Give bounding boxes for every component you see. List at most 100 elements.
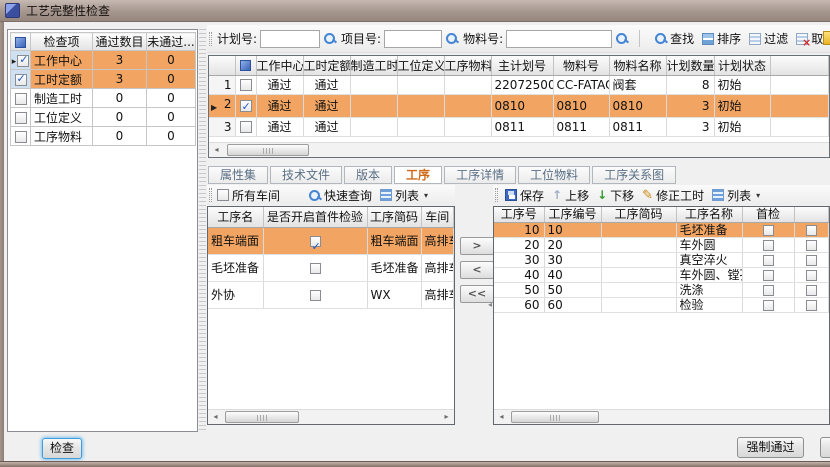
plan-row[interactable]: ▶2通过通过0810081008103初始 — [209, 94, 829, 117]
extra-checkbox[interactable] — [806, 255, 817, 266]
plan-row[interactable]: 3通过通过0811081108113初始 — [209, 117, 829, 136]
force-pass-button[interactable]: 强制通过 — [737, 437, 804, 458]
scroll-right-icon[interactable]: ▸ — [439, 410, 454, 424]
select-all-icon[interactable] — [240, 60, 251, 71]
search-icon[interactable] — [445, 32, 458, 45]
available-col-header[interactable]: 是否开启首件检验 — [263, 207, 367, 227]
toolbar-grip[interactable] — [209, 32, 212, 46]
filter-button[interactable]: 过滤 — [749, 30, 788, 47]
extra-checkbox[interactable] — [806, 300, 817, 311]
toolbar-grip[interactable] — [209, 188, 212, 202]
plan-col-header[interactable]: 工序物料 — [444, 56, 491, 75]
first-check-checkbox[interactable] — [310, 290, 321, 301]
list-dropdown-button[interactable]: 列表▾ — [712, 187, 760, 204]
first-check-cell[interactable] — [263, 227, 367, 254]
col-header-passed-count[interactable]: 通过数目 — [93, 33, 147, 51]
plan-col-header[interactable]: 制造工时 — [350, 56, 397, 75]
first-check-cell[interactable] — [263, 254, 367, 281]
selected-col-header[interactable]: 首检 — [742, 207, 794, 222]
scroll-left-icon[interactable]: ◂ — [494, 410, 509, 424]
plan-col-header[interactable]: 物料名称 — [609, 56, 666, 75]
sort-button[interactable]: 排序 — [702, 30, 741, 47]
plan-row-selector[interactable] — [235, 75, 256, 94]
save-button[interactable]: 保存 — [505, 187, 544, 204]
available-h-scrollbar[interactable]: ◂ ▸ — [208, 409, 454, 424]
plan-row-checkbox[interactable] — [240, 100, 252, 112]
extra-check-cell[interactable] — [794, 222, 829, 237]
extra-check-cell[interactable] — [794, 237, 829, 252]
selected-process-row[interactable]: 6060检验 — [494, 297, 829, 312]
tab-版本[interactable]: 版本 — [344, 166, 392, 184]
title-bar[interactable]: 工艺完整性检查 — [0, 0, 830, 22]
select-all-header[interactable] — [235, 56, 256, 75]
fix-hours-button[interactable]: ✎修正工时 — [642, 187, 704, 204]
move-up-button[interactable]: ↑上移 — [552, 187, 589, 204]
tab-工位物料[interactable]: 工位物料 — [518, 166, 590, 184]
selected-h-scrollbar[interactable]: ◂ — [494, 409, 829, 424]
move-down-button[interactable]: ↓下移 — [597, 187, 634, 204]
extra-checkbox[interactable] — [806, 285, 817, 296]
check-row[interactable]: 制造工时00 — [11, 89, 196, 108]
first-inspect-checkbox[interactable] — [763, 270, 774, 281]
plan-row-selector[interactable] — [235, 94, 256, 117]
scroll-left-icon[interactable]: ◂ — [208, 410, 223, 424]
plan-col-header[interactable]: 计划数量 — [666, 56, 714, 75]
first-inspect-checkbox[interactable] — [763, 300, 774, 311]
scrollbar-thumb[interactable] — [227, 144, 309, 156]
selected-col-header[interactable]: 工序编号 — [544, 207, 601, 222]
plan-col-header[interactable]: 工作中心 — [256, 56, 303, 75]
select-all-header[interactable] — [11, 33, 31, 51]
vertical-splitter[interactable] — [199, 29, 206, 432]
first-inspect-checkbox[interactable] — [763, 225, 774, 236]
scrollbar-thumb[interactable] — [511, 411, 599, 423]
selected-process-row[interactable]: 5050洗涤 — [494, 282, 829, 297]
extra-check-cell[interactable] — [794, 252, 829, 267]
first-inspect-cell[interactable] — [742, 282, 794, 297]
check-row-checkbox[interactable] — [15, 93, 27, 105]
plan-col-header[interactable]: 工位定义 — [397, 56, 444, 75]
row-selector-cell[interactable] — [11, 89, 31, 108]
partial-button[interactable] — [820, 437, 830, 458]
extra-checkbox[interactable] — [806, 270, 817, 281]
quick-query-button[interactable]: 快速查询 — [308, 187, 372, 204]
scroll-left-icon[interactable]: ◂ — [209, 143, 224, 157]
check-row[interactable]: ▸工作中心30 — [11, 51, 196, 70]
available-process-row[interactable]: 外协WX高排车间 — [208, 281, 454, 308]
extra-checkbox[interactable] — [806, 225, 817, 236]
all-workshops-checkbox[interactable] — [217, 189, 229, 201]
extra-checkbox[interactable] — [806, 240, 817, 251]
first-check-checkbox[interactable] — [310, 236, 321, 247]
tab-工序关系图[interactable]: 工序关系图 — [592, 166, 676, 184]
plan-col-header[interactable]: 物料号 — [553, 56, 609, 75]
check-row[interactable]: 工序物料00 — [11, 127, 196, 146]
check-row-checkbox[interactable] — [15, 74, 27, 86]
first-inspect-checkbox[interactable] — [763, 255, 774, 266]
plan-col-header[interactable]: 计划状态 — [714, 56, 770, 75]
first-inspect-checkbox[interactable] — [763, 285, 774, 296]
plan-row-checkbox[interactable] — [240, 79, 252, 91]
search-icon[interactable] — [615, 32, 628, 45]
first-inspect-cell[interactable] — [742, 267, 794, 282]
plan-row-checkbox[interactable] — [240, 121, 252, 133]
selected-col-header[interactable]: 工序名称 — [676, 207, 742, 222]
first-check-checkbox[interactable] — [310, 263, 321, 274]
plan-row[interactable]: 1通过通过2207250002CC-FATAO阀套8初始 — [209, 75, 829, 94]
transfer-right-button[interactable]: > — [460, 237, 494, 255]
project-no-input[interactable] — [384, 30, 442, 48]
plan-row-selector[interactable] — [235, 117, 256, 136]
first-inspect-cell[interactable] — [742, 252, 794, 267]
tab-工序详情[interactable]: 工序详情 — [444, 166, 516, 184]
check-row-checkbox[interactable] — [15, 112, 27, 124]
selected-col-header[interactable] — [794, 207, 829, 222]
tab-技术文件[interactable]: 技术文件 — [270, 166, 342, 184]
row-selector-cell[interactable]: ▸ — [11, 51, 31, 70]
col-header-failed-count[interactable]: 未通过... — [147, 33, 196, 51]
selected-col-header[interactable]: 工序号 — [494, 207, 544, 222]
extra-check-cell[interactable] — [794, 297, 829, 312]
extra-check-cell[interactable] — [794, 267, 829, 282]
plan-no-input[interactable] — [260, 30, 320, 48]
first-inspect-cell[interactable] — [742, 237, 794, 252]
available-process-row[interactable]: 粗车端面粗车端面高排车间 — [208, 227, 454, 254]
row-selector-cell[interactable] — [11, 70, 31, 89]
check-row-checkbox[interactable] — [17, 55, 29, 67]
